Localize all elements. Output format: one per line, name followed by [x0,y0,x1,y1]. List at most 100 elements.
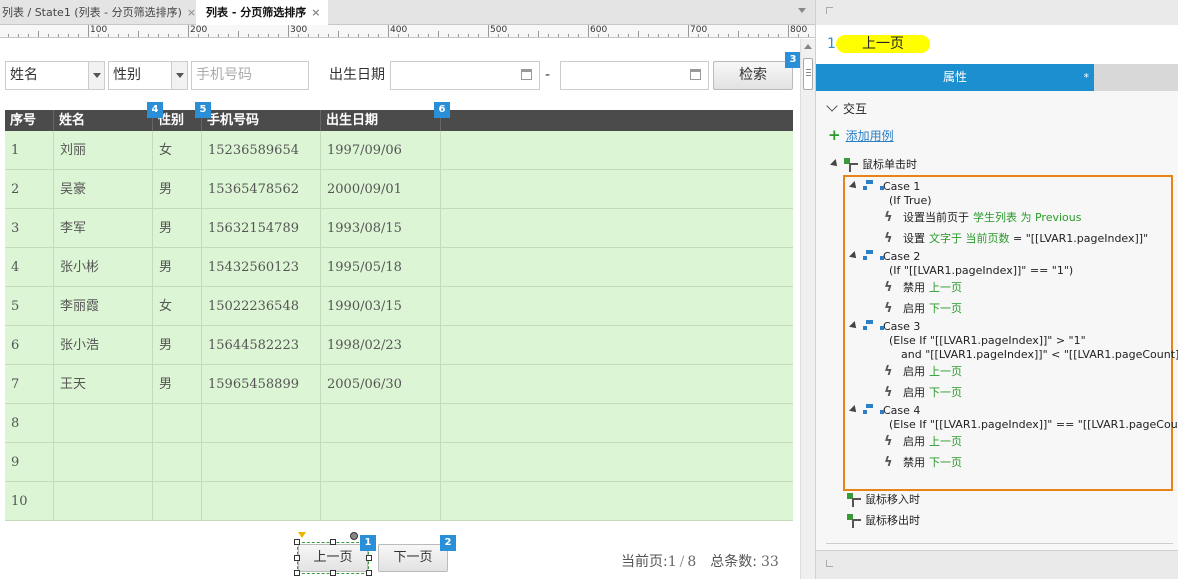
next-page-button[interactable]: 下一页 [378,544,448,572]
action-target: 下一页 [929,456,962,469]
ruler-tick [118,34,119,37]
cell-phone: 15632154789 [202,209,321,248]
case-3[interactable]: Case 3 [849,320,920,334]
case-1[interactable]: Case 1 [849,180,920,194]
ruler-tick [738,31,739,37]
date-range-separator: - [545,67,551,83]
case-condition-text: and "[[LVAR1.pageIndex]]" < "[[LVAR1.pag… [901,348,1178,361]
ruler-tick [38,31,39,37]
collapse-icon[interactable] [826,560,833,567]
case-action[interactable]: ϟ 设置当前页于 学生列表 为 Previous [884,211,1081,225]
lightning-icon: ϟ [884,455,893,470]
resize-handle[interactable] [366,555,372,561]
case-action[interactable]: ϟ 禁用 上一页 [884,281,962,295]
ruler-tick [198,34,199,37]
calendar-icon[interactable] [521,69,532,80]
case-condition: (Else If "[[LVAR1.pageIndex]]" > "1" [889,334,1086,348]
table-row[interactable]: 10 [5,482,793,521]
case-2[interactable]: Case 2 [849,250,920,264]
document-tab-bar: 列表 / State1 (列表 - 分页筛选排序) × 列表 - 分页筛选排序 × [0,0,815,25]
ruler-tick [58,34,59,37]
scroll-up-icon[interactable] [804,44,812,49]
table-row[interactable]: 6 张小浩男 15644582223 1998/02/23 [5,326,793,365]
student-table: 1 刘丽女 15236589654 1997/09/06 2 吴豪男 15365478562… [5,131,793,523]
case-action[interactable]: ϟ 启用 上一页 [884,435,962,449]
cell-index: 4 [5,248,54,287]
close-icon[interactable]: × [311,6,320,19]
cell-birthdate: 1993/08/15 [321,209,441,248]
action-verb: 启用 [903,386,925,399]
ruler-tick [568,34,569,37]
cell-index: 3 [5,209,54,248]
ruler-tick [798,34,799,37]
cell-index: 6 [5,326,54,365]
phone-input[interactable]: 手机号码 [191,61,309,90]
column-header-index[interactable]: 序号 [5,110,54,131]
ruler-tick [48,34,49,37]
table-row[interactable]: 8 [5,404,793,443]
case-action[interactable]: ϟ 禁用 下一页 [884,456,962,470]
corner-radius-handle-icon[interactable] [298,532,306,538]
tab-list-dropdown-icon[interactable] [798,8,806,13]
ruler-tick [318,34,319,37]
resize-handle[interactable] [330,539,336,545]
ruler-tick [158,34,159,37]
resize-handle[interactable] [294,539,300,545]
interactions-section-header[interactable]: 交互 [826,100,867,116]
ruler-tick [228,34,229,37]
table-row[interactable]: 9 [5,443,793,482]
close-icon[interactable]: × [187,6,196,19]
table-row[interactable]: 5 李丽霞女 15022236548 1990/03/15 [5,287,793,326]
cell-name [54,482,153,521]
widget-name-field[interactable]: 上一页 [836,35,930,53]
tab-style[interactable] [1094,64,1178,91]
table-row[interactable]: 2 吴豪男 15365478562 2000/09/01 [5,170,793,209]
table-row[interactable]: 1 刘丽女 15236589654 1997/09/06 [5,131,793,170]
total-pages-value: 8 [687,554,697,570]
name-select[interactable]: 姓名 [5,61,105,90]
design-canvas[interactable]: 姓名 性别 手机号码 出生日期 - 检索 3 序号 姓名 性别 手机号码 出生日… [0,39,800,579]
column-header-birthdate[interactable]: 出生日期 [321,110,441,131]
case-action[interactable]: ϟ 启用 下一页 [884,386,962,400]
birth-date-end-input[interactable] [560,61,709,90]
ruler-tick [328,34,329,37]
column-header-phone[interactable]: 手机号码 [202,110,321,131]
tab-properties[interactable]: 属性 * [816,64,1094,91]
gender-select[interactable]: 性别 [108,61,188,90]
horizontal-ruler: 100 200 300 400 500 600 700 800 [0,25,815,38]
rotate-handle-icon[interactable] [350,532,358,540]
canvas-vertical-scrollbar[interactable] [800,39,815,579]
cell-birthdate: 1995/05/18 [321,248,441,287]
case-action[interactable]: ϟ 启用 上一页 [884,365,962,379]
table-row[interactable]: 4 张小彬男 15432560123 1995/05/18 [5,248,793,287]
grip-line [806,75,811,76]
event-icon [844,158,858,172]
resize-handle[interactable] [366,570,372,576]
case-4[interactable]: Case 4 [849,404,920,418]
calendar-icon[interactable] [690,69,701,80]
ruler-tick [648,34,649,37]
event-onmouseleave[interactable]: 鼠标移出时 [847,514,920,528]
cell-gender: 男 [153,326,202,365]
ruler-tick [108,34,109,37]
case-action[interactable]: ϟ 启用 下一页 [884,302,962,316]
cell-phone: 15022236548 [202,287,321,326]
resize-handle[interactable] [294,570,300,576]
tab-state1[interactable]: 列表 / State1 (列表 - 分页筛选排序) × [0,0,196,25]
collapse-icon[interactable] [826,7,833,14]
table-row[interactable]: 3 李军男 15632154789 1993/08/15 [5,209,793,248]
tab-active-page[interactable]: 列表 - 分页筛选排序 × [196,0,328,25]
scroll-thumb[interactable] [803,58,813,90]
ruler-tick [138,31,139,37]
action-verb: 启用 [903,435,925,448]
resize-handle[interactable] [294,555,300,561]
birth-date-start-input[interactable] [390,61,540,90]
search-button[interactable]: 检索 [713,61,793,90]
case-action[interactable]: ϟ 设置 文字于 当前页数 = "[[LVAR1.pageIndex]]" [884,232,1148,246]
event-onclick[interactable]: 鼠标单击时 [830,158,917,172]
resize-handle[interactable] [330,570,336,576]
table-row[interactable]: 7 王天男 15965458899 2005/06/30 [5,365,793,404]
column-header-name[interactable]: 姓名 [54,110,153,131]
event-onmouseenter[interactable]: 鼠标移入时 [847,493,920,507]
add-case-link[interactable]: + 添加用例 [828,128,894,144]
